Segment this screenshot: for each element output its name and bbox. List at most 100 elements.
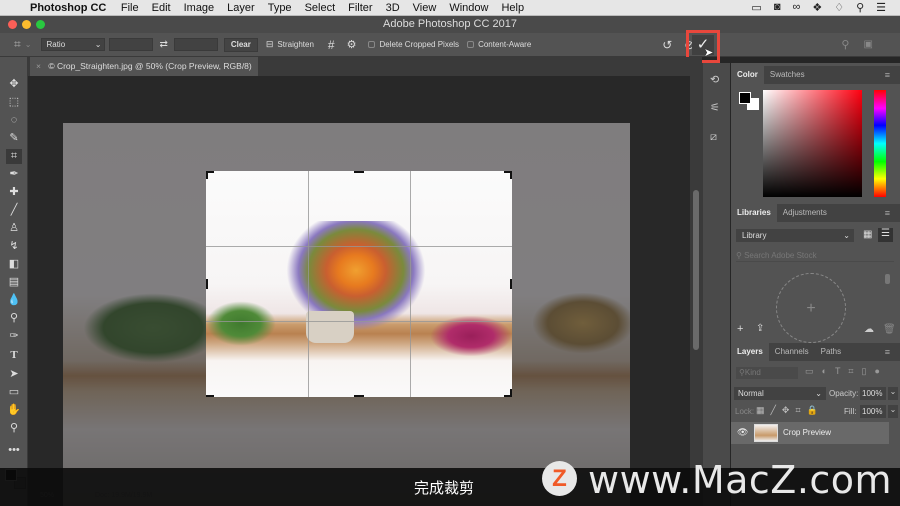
healing-brush-tool-icon[interactable]: ✚ [6, 185, 22, 200]
crop-handle-left[interactable] [206, 279, 208, 289]
layer-filter-select[interactable]: ⚲Kind [736, 367, 798, 379]
fill-chevron-icon[interactable]: ⌄ [888, 405, 898, 418]
display-icon[interactable]: ▭ [751, 1, 761, 14]
fill-input[interactable]: 100% [860, 405, 886, 418]
content-aware-checkbox[interactable]: Content-Aware [467, 40, 531, 49]
more-tools-icon[interactable]: ••• [6, 443, 22, 458]
scrollbar-thumb[interactable] [693, 190, 699, 350]
path-select-tool-icon[interactable]: ➤ [6, 367, 22, 382]
menu-type[interactable]: Type [261, 2, 298, 14]
add-to-library-drop-target[interactable]: + [776, 273, 846, 343]
workspace-icon[interactable]: ▣ [863, 39, 872, 50]
creative-cloud-icon[interactable]: ∞ [792, 1, 800, 14]
color-field[interactable] [763, 90, 862, 197]
zoom-tool-icon[interactable]: ⚲ [6, 421, 22, 436]
properties-panel-icon[interactable]: ⚟ [710, 101, 720, 114]
spotlight-search-icon[interactable]: ⚲ [856, 1, 864, 14]
crop-tool-preset-icon[interactable]: ⌗ [14, 37, 21, 52]
menu-help[interactable]: Help [495, 2, 531, 14]
close-tab-icon[interactable]: × [36, 61, 41, 71]
ratio-select[interactable]: Ratio ⌄ [41, 38, 106, 51]
reset-crop-icon[interactable]: ↺ [662, 38, 672, 52]
layer-filter-icons[interactable]: ▭◐T⌗▯● [805, 366, 888, 377]
tab-color[interactable]: Color [731, 66, 764, 84]
layer-name[interactable]: Crop Preview [783, 428, 831, 437]
search-stock-input[interactable]: ⚲ Search Adobe Stock [736, 249, 894, 262]
eyedropper-tool-icon[interactable]: ✒ [6, 167, 22, 182]
crop-area[interactable] [206, 171, 512, 397]
tab-adjustments[interactable]: Adjustments [777, 204, 833, 222]
wifi-icon[interactable]: ♢ [834, 1, 844, 14]
panel-menu-icon[interactable]: ≡ [879, 66, 896, 84]
grid-view-icon[interactable]: ▦ [863, 229, 872, 240]
menu-filter[interactable]: Filter [342, 2, 379, 14]
lasso-tool-icon[interactable]: ◌ [6, 113, 22, 128]
menu-app-name[interactable]: Photoshop CC [26, 2, 114, 14]
menu-3d[interactable]: 3D [379, 2, 406, 14]
menu-select[interactable]: Select [298, 2, 342, 14]
dropbox-icon[interactable]: ❖ [812, 1, 822, 14]
cloud-sync-icon[interactable]: ☁ [864, 324, 874, 335]
visibility-eye-icon[interactable]: 👁 [737, 427, 748, 438]
lock-icons[interactable]: ▦╱✥⌗🔒 [756, 405, 824, 416]
tab-layers[interactable]: Layers [731, 343, 769, 361]
clone-stamp-tool-icon[interactable]: ♙ [6, 221, 22, 236]
crop-handle-bottom[interactable] [354, 395, 364, 397]
tab-channels[interactable]: Channels [769, 343, 815, 361]
minimize-window-button[interactable] [22, 20, 31, 29]
search-icon[interactable]: ⚲ [841, 38, 849, 51]
blend-mode-select[interactable]: Normal ⌄ [734, 387, 826, 400]
menu-layer[interactable]: Layer [221, 2, 262, 14]
menu-window[interactable]: Window [443, 2, 495, 14]
history-panel-icon[interactable]: ⟲ [710, 73, 719, 86]
type-tool-icon[interactable]: T [6, 348, 22, 363]
width-input[interactable] [109, 38, 154, 51]
tab-paths[interactable]: Paths [815, 343, 847, 361]
layer-row[interactable]: 👁 Crop Preview [731, 422, 889, 444]
screen-record-icon[interactable]: ◙ [774, 1, 781, 14]
menu-image[interactable]: Image [177, 2, 221, 14]
move-tool-icon[interactable]: ✥ [6, 77, 22, 92]
opacity-input[interactable]: 100% [860, 387, 886, 400]
hand-tool-icon[interactable]: ✋ [6, 403, 22, 418]
quick-select-tool-icon[interactable]: ✎ [6, 131, 22, 146]
crop-handle-right[interactable] [510, 279, 512, 289]
paths-panel-icon[interactable]: ⧄ [710, 131, 717, 144]
menu-edit[interactable]: Edit [145, 2, 177, 14]
trash-icon[interactable]: 🗑 [883, 324, 896, 335]
zoom-window-button[interactable] [36, 20, 45, 29]
foreground-color-chip[interactable] [739, 92, 751, 104]
panel-menu-icon[interactable]: ≡ [879, 204, 896, 222]
upload-icon[interactable]: ⇪ [756, 323, 764, 334]
eraser-tool-icon[interactable]: ◧ [6, 257, 22, 272]
menu-file[interactable]: File [114, 2, 145, 14]
panel-menu-icon[interactable]: ≡ [879, 343, 896, 361]
crop-handle-top-left[interactable] [206, 171, 208, 179]
blur-tool-icon[interactable]: 💧 [6, 293, 22, 308]
straighten-icon[interactable]: ⊟ [266, 39, 274, 50]
clear-button[interactable]: Clear [223, 37, 258, 52]
library-scrollbar[interactable] [885, 274, 890, 284]
height-input[interactable] [173, 38, 218, 51]
document-tab[interactable]: × © Crop_Straighten.jpg @ 50% (Crop Prev… [30, 57, 258, 76]
rectangle-tool-icon[interactable]: ▭ [6, 385, 22, 400]
hue-slider[interactable] [874, 90, 886, 197]
crop-handle-top-right[interactable] [510, 171, 512, 179]
preset-chevron-icon[interactable]: ⌄ [25, 40, 32, 49]
tab-swatches[interactable]: Swatches [764, 66, 811, 84]
straighten-button[interactable]: Straighten [277, 40, 313, 49]
notification-list-icon[interactable]: ☰ [876, 1, 886, 14]
delete-cropped-pixels-checkbox[interactable]: Delete Cropped Pixels [368, 40, 459, 49]
crop-tool-icon[interactable]: ⌗ [6, 149, 22, 164]
dodge-tool-icon[interactable]: ⚲ [6, 311, 22, 326]
crop-handle-bottom-right[interactable] [510, 389, 512, 397]
overlay-grid-icon[interactable]: # [328, 38, 335, 52]
marquee-tool-icon[interactable]: ⬚ [6, 95, 22, 110]
crop-handle-top[interactable] [354, 171, 364, 173]
tab-libraries[interactable]: Libraries [731, 204, 777, 222]
pen-tool-icon[interactable]: ✑ [6, 329, 22, 344]
gradient-tool-icon[interactable]: ▤ [6, 275, 22, 290]
swap-dimensions-icon[interactable]: ⇄ [159, 39, 167, 50]
close-window-button[interactable] [8, 20, 17, 29]
history-brush-tool-icon[interactable]: ↯ [6, 239, 22, 254]
